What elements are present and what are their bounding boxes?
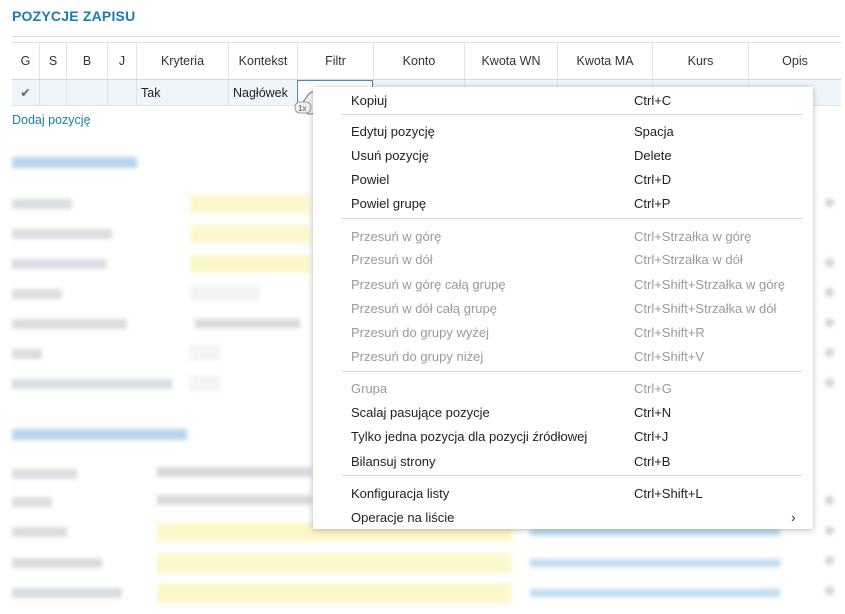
menu-item-operacje[interactable]: Operacje na liście › (313, 506, 813, 528)
menu-label: Grupa (351, 380, 388, 396)
col-header-kwota-ma[interactable]: Kwota MA (557, 43, 652, 79)
menu-item-scalaj[interactable]: Scalaj pasujące pozycje Ctrl+N (313, 401, 813, 423)
menu-shortcut: Ctrl+N (634, 404, 672, 420)
menu-shortcut: Ctrl+Strzałka w górę (634, 228, 752, 244)
menu-item-przesun-w-dol[interactable]: Przesuń w dół Ctrl+Strzałka w dół (313, 248, 813, 270)
menu-separator (342, 371, 802, 372)
menu-item-powiel-grupe[interactable]: Powiel grupę Ctrl+P (313, 192, 813, 214)
context-menu: Kopiuj Ctrl+C Edytuj pozycję Spacja Usuń… (313, 87, 813, 529)
col-header-s[interactable]: S (39, 43, 66, 79)
title-divider (12, 36, 840, 37)
menu-item-tylko-jedna[interactable]: Tylko jedna pozycja dla pozycji źródłowe… (313, 425, 813, 447)
menu-item-grupa[interactable]: Grupa Ctrl+G (313, 377, 813, 399)
menu-label: Przesuń w dół całą grupę (351, 300, 497, 316)
menu-shortcut: Delete (634, 147, 672, 163)
add-position-link[interactable]: Dodaj pozycję (12, 113, 91, 127)
menu-item-konfiguracja[interactable]: Konfiguracja listy Ctrl+Shift+L (313, 482, 813, 504)
menu-shortcut: Ctrl+D (634, 171, 672, 187)
menu-item-edytuj[interactable]: Edytuj pozycję Spacja (313, 120, 813, 142)
section-title: POZYCJE ZAPISU (12, 8, 136, 24)
menu-label: Kopiuj (351, 92, 388, 108)
col-header-g[interactable]: G (12, 43, 39, 79)
menu-item-przesun-w-dol-grupe[interactable]: Przesuń w dół całą grupę Ctrl+Shift+Strz… (313, 297, 813, 319)
menu-shortcut: Ctrl+J (634, 428, 669, 444)
menu-shortcut: Ctrl+Shift+R (634, 324, 705, 340)
cell-s[interactable] (39, 80, 66, 105)
chevron-right-icon: › (791, 509, 796, 525)
menu-separator (342, 218, 802, 219)
menu-item-przesun-w-gore-grupe[interactable]: Przesuń w górę całą grupę Ctrl+Shift+Str… (313, 273, 813, 295)
menu-shortcut: Spacja (634, 123, 674, 139)
menu-label: Edytuj pozycję (351, 123, 435, 139)
menu-label: Usuń pozycję (351, 147, 430, 163)
cell-kontekst[interactable]: Nagłówek (228, 80, 297, 105)
menu-shortcut: Ctrl+P (634, 195, 671, 211)
col-header-kurs[interactable]: Kurs (652, 43, 748, 79)
menu-shortcut: Ctrl+Shift+V (634, 348, 705, 364)
menu-label: Przesuń w górę (351, 228, 442, 244)
menu-separator (342, 475, 802, 476)
menu-label: Przesuń w górę całą grupę (351, 276, 506, 292)
menu-item-kopiuj[interactable]: Kopiuj Ctrl+C (313, 89, 813, 111)
menu-shortcut: Ctrl+Strzałka w dół (634, 251, 743, 267)
menu-label: Konfiguracja listy (351, 485, 450, 501)
col-header-kwota-wn[interactable]: Kwota WN (464, 43, 557, 79)
menu-item-powiel[interactable]: Powiel Ctrl+D (313, 168, 813, 190)
cell-b[interactable] (66, 80, 107, 105)
col-header-b[interactable]: B (66, 43, 107, 79)
menu-shortcut: Ctrl+Shift+Strzałka w górę (634, 276, 786, 292)
menu-shortcut: Ctrl+B (634, 453, 671, 469)
grid-header-row: G S B J Kryteria Kontekst Filtr Konto Kw… (12, 42, 841, 80)
cell-kryteria[interactable]: Tak (136, 80, 228, 105)
cursor-badge: 1x (298, 104, 306, 113)
col-header-opis[interactable]: Opis (748, 43, 841, 79)
menu-label: Tylko jedna pozycja dla pozycji źródłowe… (351, 428, 588, 444)
col-header-kryteria[interactable]: Kryteria (136, 43, 228, 79)
col-header-j[interactable]: J (107, 43, 136, 79)
menu-label: Przesuń do grupy niżej (351, 348, 484, 364)
menu-item-przesun-w-gore[interactable]: Przesuń w górę Ctrl+Strzałka w górę (313, 225, 813, 247)
menu-shortcut: Ctrl+C (634, 92, 672, 108)
menu-item-do-grupy-nizej[interactable]: Przesuń do grupy niżej Ctrl+Shift+V (313, 345, 813, 367)
menu-item-usun[interactable]: Usuń pozycję Delete (313, 144, 813, 166)
col-header-kontekst[interactable]: Kontekst (228, 43, 297, 79)
menu-label: Bilansuj strony (351, 453, 436, 469)
cell-j[interactable] (107, 80, 136, 105)
menu-shortcut: Ctrl+Shift+L (634, 485, 703, 501)
menu-separator (342, 114, 802, 115)
checkmark-icon[interactable]: ✔ (12, 80, 39, 105)
menu-label: Powiel (351, 171, 390, 187)
menu-item-do-grupy-wyzej[interactable]: Przesuń do grupy wyżej Ctrl+Shift+R (313, 321, 813, 343)
menu-label: Przesuń w dół (351, 251, 433, 267)
menu-label: Powiel grupę (351, 195, 427, 211)
menu-shortcut: Ctrl+Shift+Strzałka w dół (634, 300, 777, 316)
menu-label: Przesuń do grupy wyżej (351, 324, 490, 340)
col-header-filtr[interactable]: Filtr (297, 43, 373, 79)
menu-label: Operacje na liście (351, 509, 455, 525)
menu-label: Scalaj pasujące pozycje (351, 404, 490, 420)
col-header-konto[interactable]: Konto (373, 43, 464, 79)
menu-item-bilansuj[interactable]: Bilansuj strony Ctrl+B (313, 450, 813, 472)
menu-shortcut: Ctrl+G (634, 380, 672, 396)
